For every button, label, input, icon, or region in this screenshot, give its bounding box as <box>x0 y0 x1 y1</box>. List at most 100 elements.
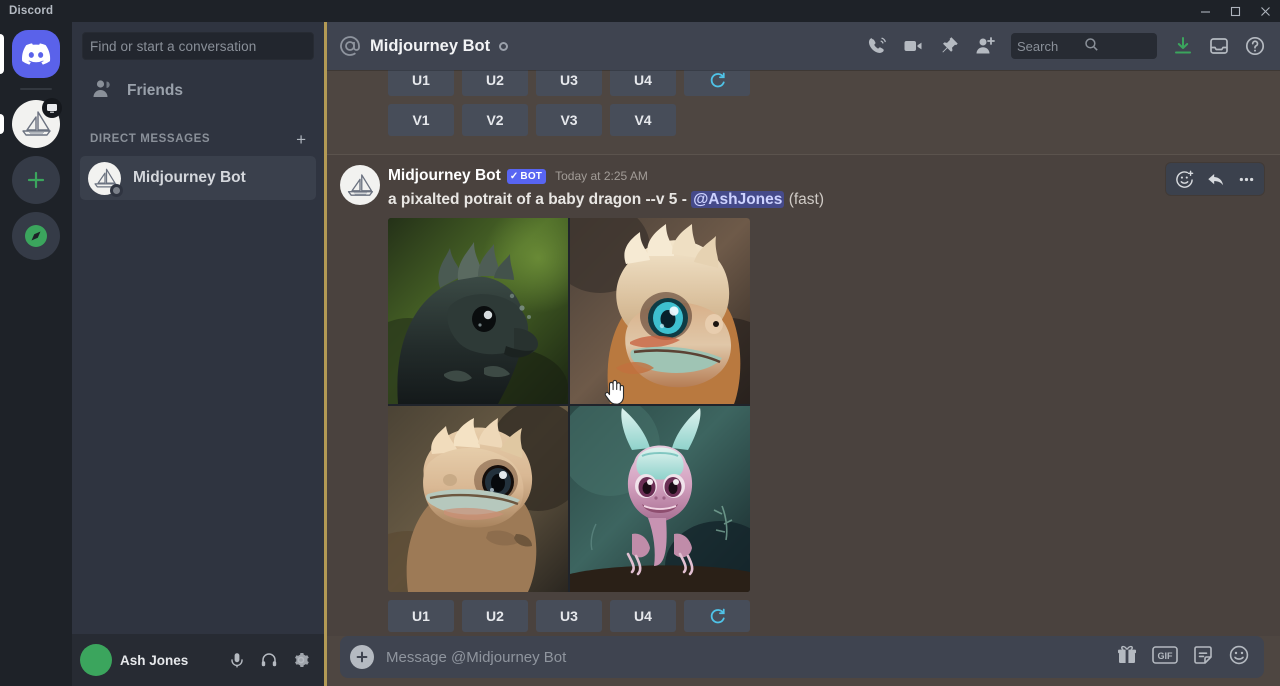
message-hover-toolbar <box>1166 163 1264 195</box>
discord-logo-icon <box>12 30 60 78</box>
sidebar-item-friends[interactable]: Friends <box>80 70 316 112</box>
variation-button-row-previous: V1 V2 V3 V4 <box>388 96 1280 136</box>
avatar[interactable] <box>80 644 112 676</box>
upscale-button-u1[interactable]: U1 <box>388 600 454 632</box>
message-separator: - <box>681 191 687 208</box>
mute-icon[interactable] <box>222 645 252 675</box>
composer-actions: GIF <box>1116 644 1250 671</box>
reroll-button[interactable] <box>684 600 750 632</box>
message-previous: U1 U2 U3 U4 V1 V2 V3 V4 <box>324 70 1280 150</box>
friends-icon <box>90 77 114 106</box>
user-meta: Ash Jones <box>120 653 214 668</box>
upscale-button-row: U1 U2 U3 U4 <box>388 592 1264 632</box>
at-icon <box>338 34 362 58</box>
user-controls <box>222 645 316 675</box>
dm-item-midjourney-bot[interactable]: Midjourney Bot <box>80 156 316 200</box>
rail-separator <box>20 88 52 90</box>
reroll-button-previous[interactable] <box>684 70 750 96</box>
message-mode: (fast) <box>788 191 825 208</box>
server-rail <box>0 22 72 686</box>
user-panel: Ash Jones <box>72 634 324 686</box>
downloads-icon[interactable] <box>1166 30 1200 62</box>
image-cell-top-left[interactable] <box>388 218 568 404</box>
screen-share-badge-icon <box>42 98 62 118</box>
upscale-button-u1-previous[interactable]: U1 <box>388 70 454 96</box>
rail-item-add-server[interactable] <box>12 156 60 204</box>
status-badge <box>110 183 123 197</box>
search-icon <box>1084 37 1151 55</box>
composer-wrap: Message @Midjourney Bot GIF <box>324 636 1280 686</box>
accent-line <box>324 22 327 686</box>
emoji-icon[interactable] <box>1228 644 1250 671</box>
bot-badge-label: BOT <box>520 170 543 182</box>
active-pill <box>0 34 4 74</box>
message-input-placeholder[interactable]: Message @Midjourney Bot <box>386 649 1104 666</box>
more-icon[interactable] <box>1231 166 1261 192</box>
sticker-icon[interactable] <box>1192 644 1214 671</box>
window-controls <box>1190 0 1280 22</box>
settings-icon[interactable] <box>286 645 316 675</box>
help-icon[interactable] <box>1238 30 1272 62</box>
verified-check-icon: ✓ <box>509 170 519 182</box>
message-composer[interactable]: Message @Midjourney Bot GIF <box>340 636 1264 678</box>
image-cell-bottom-left[interactable] <box>388 406 568 592</box>
direct-messages-header: DIRECT MESSAGES + <box>90 128 306 150</box>
gif-icon[interactable]: GIF <box>1152 645 1178 670</box>
unread-pill <box>0 114 4 134</box>
message-list[interactable]: U1 U2 U3 U4 V1 V2 V3 V4 Midjourney Bot ✓… <box>324 70 1280 636</box>
minimize-button[interactable] <box>1190 0 1220 22</box>
chat-header: Midjourney Bot Search <box>324 22 1280 70</box>
message-timestamp: Today at 2:25 AM <box>555 169 648 183</box>
bot-badge: ✓ BOT <box>506 168 547 184</box>
search-input[interactable]: Search <box>1011 33 1157 59</box>
close-button[interactable] <box>1250 0 1280 22</box>
message-author[interactable]: Midjourney Bot <box>388 167 501 185</box>
create-dm-icon[interactable]: + <box>296 131 306 148</box>
video-icon[interactable] <box>896 30 930 62</box>
dm-sidebar: Find or start a conversation Friends DIR… <box>72 22 324 686</box>
upscale-button-u4-previous[interactable]: U4 <box>610 70 676 96</box>
upscale-button-u3[interactable]: U3 <box>536 600 602 632</box>
variation-button-v1[interactable]: V1 <box>388 104 454 136</box>
deafen-icon[interactable] <box>254 645 284 675</box>
pin-icon[interactable] <box>932 30 966 62</box>
find-conversation-input[interactable]: Find or start a conversation <box>82 32 314 60</box>
image-cell-top-right[interactable] <box>570 218 750 404</box>
find-conversation-placeholder: Find or start a conversation <box>90 38 257 54</box>
page-title: Midjourney Bot <box>370 36 491 55</box>
search-placeholder: Search <box>1017 38 1059 54</box>
gif-label: GIF <box>1158 651 1174 661</box>
message-prompt: a pixalted potrait of a baby dragon --v … <box>388 191 678 208</box>
add-reaction-icon[interactable] <box>1169 166 1199 192</box>
variation-button-v4[interactable]: V4 <box>610 104 676 136</box>
gift-icon[interactable] <box>1116 644 1138 671</box>
upscale-button-u3-previous[interactable]: U3 <box>536 70 602 96</box>
inbox-icon[interactable] <box>1202 30 1236 62</box>
app-title: Discord <box>9 5 54 17</box>
compass-icon <box>12 212 60 260</box>
rail-item-explore[interactable] <box>12 212 60 260</box>
message-midjourney-result: Midjourney Bot ✓ BOT Today at 2:25 AM a … <box>324 155 1280 636</box>
image-cell-bottom-right[interactable] <box>570 406 750 592</box>
mention-ashjones[interactable]: @AshJones <box>691 191 785 208</box>
upscale-button-u2[interactable]: U2 <box>462 600 528 632</box>
upscale-button-row-previous: U1 U2 U3 U4 <box>388 70 1280 96</box>
rail-item-home[interactable] <box>0 30 60 78</box>
reply-icon[interactable] <box>1200 166 1230 192</box>
chat-area: Midjourney Bot Search U1 U2 U3 U4 V1 V2 … <box>324 22 1280 686</box>
maximize-button[interactable] <box>1220 0 1250 22</box>
variation-button-v3[interactable]: V3 <box>536 104 602 136</box>
message-header: Midjourney Bot ✓ BOT Today at 2:25 AM <box>388 165 1264 187</box>
call-icon[interactable] <box>860 30 894 62</box>
title-bar: Discord <box>0 0 1280 22</box>
variation-button-v2[interactable]: V2 <box>462 104 528 136</box>
message-content: a pixalted potrait of a baby dragon --v … <box>388 190 1264 210</box>
rail-item-midjourney[interactable] <box>0 98 62 148</box>
avatar[interactable] <box>340 165 380 205</box>
image-grid[interactable] <box>388 218 750 592</box>
add-friend-icon[interactable] <box>968 30 1002 62</box>
upscale-button-u2-previous[interactable]: U2 <box>462 70 528 96</box>
attach-icon[interactable] <box>350 645 374 669</box>
upscale-button-u4[interactable]: U4 <box>610 600 676 632</box>
sidebar-item-friends-label: Friends <box>127 82 183 99</box>
